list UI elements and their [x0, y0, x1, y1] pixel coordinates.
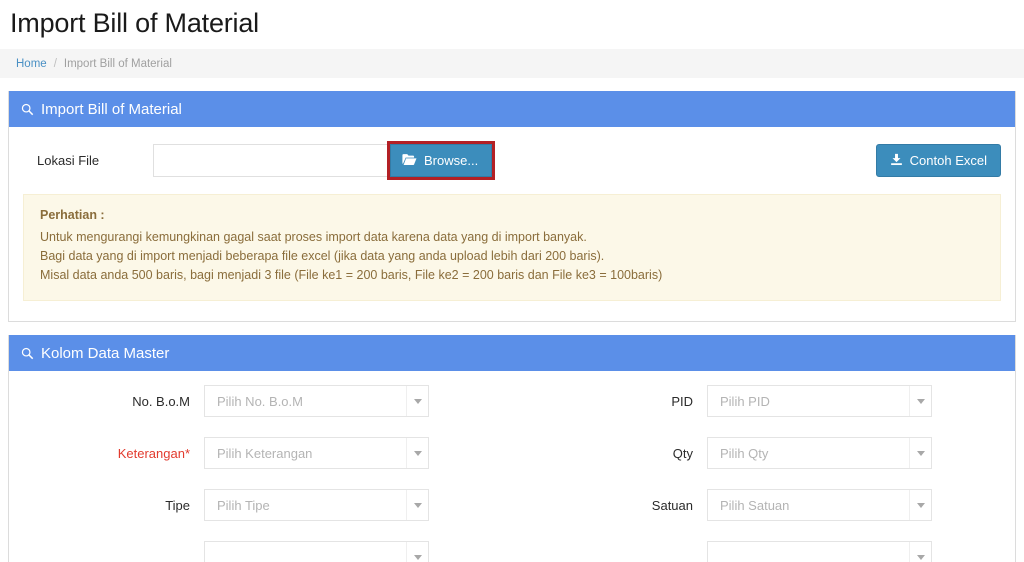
field-row-pid: PID Pilih PID: [512, 385, 1015, 417]
master-panel-header: Kolom Data Master: [9, 335, 1015, 371]
warning-line: Untuk mengurangi kemungkinan gagal saat …: [40, 228, 984, 247]
breadcrumb-home-link[interactable]: Home: [16, 58, 47, 70]
import-panel-title: Import Bill of Material: [41, 101, 182, 118]
chevron-down-icon[interactable]: [406, 438, 428, 468]
breadcrumb-separator: /: [54, 58, 57, 70]
select-qty[interactable]: Pilih Qty: [707, 437, 932, 469]
file-input-group: Browse...: [153, 144, 495, 177]
breadcrumb-current: Import Bill of Material: [64, 58, 172, 70]
browse-highlight-ring: Browse...: [387, 141, 495, 180]
field-row-satuan: Satuan Pilih Satuan: [512, 489, 1015, 521]
import-panel-header: Import Bill of Material: [9, 91, 1015, 127]
select-tipe-placeholder: Pilih Tipe: [205, 498, 270, 513]
field-row-tipe: Tipe Pilih Tipe: [9, 489, 512, 521]
chevron-down-icon[interactable]: [909, 386, 931, 416]
import-panel-body: Lokasi File Browse...: [9, 127, 1015, 301]
chevron-down-icon[interactable]: [909, 542, 931, 562]
field-label-pid: PID: [512, 394, 707, 409]
master-panel: Kolom Data Master No. B.o.M Pilih No. B.…: [8, 335, 1016, 562]
master-form-right-column: PID Pilih PID Qty Pilih Qty Satuan Pilih…: [512, 385, 1015, 562]
select-qty-placeholder: Pilih Qty: [708, 446, 768, 461]
search-icon: [21, 103, 34, 116]
master-form-left-column: No. B.o.M Pilih No. B.o.M Keterangan* Pi…: [9, 385, 512, 562]
select-tipe[interactable]: Pilih Tipe: [204, 489, 429, 521]
field-label-tipe: Tipe: [9, 498, 204, 513]
warning-line: Misal data anda 500 baris, bagi menjadi …: [40, 266, 984, 285]
file-location-row: Lokasi File Browse...: [9, 127, 1015, 181]
select-no-bom[interactable]: Pilih No. B.o.M: [204, 385, 429, 417]
select-satuan[interactable]: Pilih Satuan: [707, 489, 932, 521]
chevron-down-icon[interactable]: [406, 386, 428, 416]
file-location-input[interactable]: [153, 144, 387, 177]
field-label-no-bom: No. B.o.M: [9, 394, 204, 409]
select-partial[interactable]: [204, 541, 429, 562]
chevron-down-icon[interactable]: [909, 490, 931, 520]
sample-excel-label: Contoh Excel: [910, 153, 987, 168]
field-row-keterangan: Keterangan* Pilih Keterangan: [9, 437, 512, 469]
field-row-partial: [9, 541, 512, 562]
field-label-qty: Qty: [512, 446, 707, 461]
select-pid-placeholder: Pilih PID: [708, 394, 770, 409]
field-label-keterangan: Keterangan*: [9, 446, 204, 461]
select-keterangan[interactable]: Pilih Keterangan: [204, 437, 429, 469]
select-no-bom-placeholder: Pilih No. B.o.M: [205, 394, 303, 409]
field-row-no-bom: No. B.o.M Pilih No. B.o.M: [9, 385, 512, 417]
browse-button-label: Browse...: [424, 153, 478, 168]
master-panel-title: Kolom Data Master: [41, 345, 169, 362]
warning-line: Bagi data yang di import menjadi beberap…: [40, 247, 984, 266]
breadcrumb: Home / Import Bill of Material: [0, 49, 1024, 78]
download-icon: [890, 153, 903, 169]
field-row-partial-right: [512, 541, 1015, 562]
select-satuan-placeholder: Pilih Satuan: [708, 498, 789, 513]
warning-title: Perhatian :: [40, 208, 984, 222]
search-icon: [21, 347, 34, 360]
import-panel: Import Bill of Material Lokasi File Brow…: [8, 91, 1016, 322]
page-title: Import Bill of Material: [0, 0, 1024, 42]
master-panel-body: No. B.o.M Pilih No. B.o.M Keterangan* Pi…: [9, 371, 1015, 562]
select-pid[interactable]: Pilih PID: [707, 385, 932, 417]
browse-button[interactable]: Browse...: [390, 144, 492, 177]
select-keterangan-placeholder: Pilih Keterangan: [205, 446, 312, 461]
chevron-down-icon[interactable]: [406, 542, 428, 562]
select-partial-right[interactable]: [707, 541, 932, 562]
sample-excel-button[interactable]: Contoh Excel: [876, 144, 1001, 177]
chevron-down-icon[interactable]: [406, 490, 428, 520]
field-row-qty: Qty Pilih Qty: [512, 437, 1015, 469]
file-location-label: Lokasi File: [23, 153, 153, 168]
field-label-satuan: Satuan: [512, 498, 707, 513]
folder-open-icon: [402, 153, 417, 169]
warning-box: Perhatian : Untuk mengurangi kemungkinan…: [23, 194, 1001, 301]
chevron-down-icon[interactable]: [909, 438, 931, 468]
